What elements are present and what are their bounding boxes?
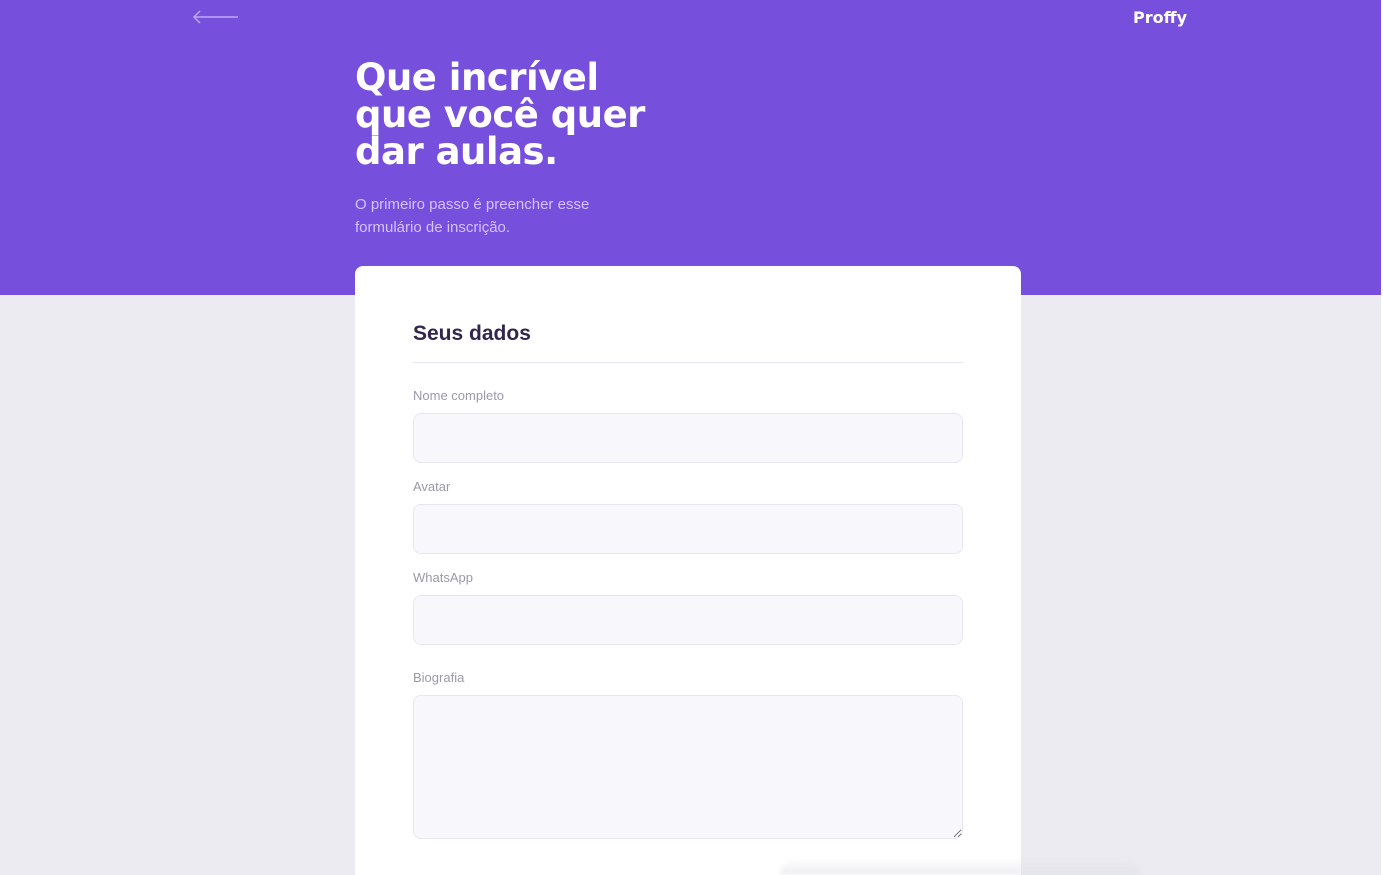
- page: Proffy Que incrível que você quer dar au…: [0, 0, 1383, 875]
- avatar-input[interactable]: [413, 504, 963, 554]
- page-subtitle-line: O primeiro passo é preencher esse: [355, 196, 590, 213]
- page-subtitle: O primeiro passo é preencher esse formul…: [355, 193, 645, 239]
- page-title: Que incrível que você quer dar aulas.: [355, 59, 685, 170]
- name-label: Nome completo: [413, 388, 505, 403]
- page-title-line: que você quer: [355, 93, 645, 136]
- bio-label: Biografia: [413, 670, 465, 685]
- form-card: Seus dados Nome completo Avatar WhatsApp…: [355, 266, 1021, 875]
- section-divider: [413, 362, 963, 363]
- arrow-left-icon[interactable]: [190, 6, 240, 28]
- avatar-label: Avatar: [413, 479, 451, 494]
- bottom-shadow: [780, 858, 1140, 875]
- page-subtitle-line: formulário de inscrição.: [355, 219, 511, 236]
- bio-textarea[interactable]: [413, 695, 963, 839]
- page-title-line: Que incrível: [355, 56, 599, 99]
- proffy-logo[interactable]: Proffy: [1133, 8, 1187, 27]
- whatsapp-input[interactable]: [413, 595, 963, 645]
- page-title-line: dar aulas.: [355, 130, 558, 173]
- name-input[interactable]: [413, 413, 963, 463]
- whatsapp-label: WhatsApp: [413, 570, 473, 585]
- hero-header: Proffy Que incrível que você quer dar au…: [0, 0, 1381, 295]
- section-title: Seus dados: [413, 322, 531, 345]
